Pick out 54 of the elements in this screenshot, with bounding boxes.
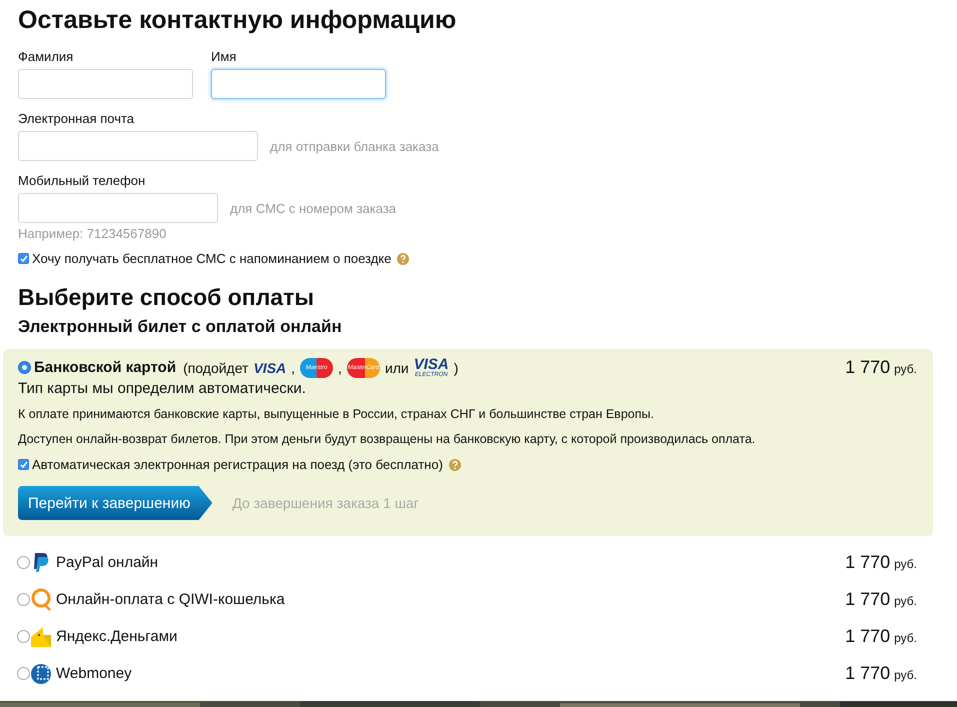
info-text: К оплате принимаются банковские карты, выпущенные в России, странах СНГ и большинстве стран Европы. xyxy=(18,407,655,421)
currency: руб. xyxy=(894,362,917,376)
input-field[interactable] xyxy=(211,69,386,99)
price: 1 770 xyxy=(845,663,890,684)
input-field[interactable] xyxy=(18,193,218,223)
field-label: Имя xyxy=(211,49,238,64)
currency: руб. xyxy=(894,631,917,645)
checkbox[interactable] xyxy=(18,253,29,264)
card-note-text: , xyxy=(291,360,296,376)
radio-button[interactable] xyxy=(17,556,30,569)
radio-button[interactable] xyxy=(17,593,30,606)
card-note-text: ) xyxy=(454,360,458,376)
input-field[interactable] xyxy=(18,69,193,99)
field-label: Фамилия xyxy=(18,49,74,64)
help-icon[interactable] xyxy=(448,458,461,470)
payment-method-label: Онлайн-оплата с QIWI-кошелька xyxy=(56,591,285,608)
price: 1 770 xyxy=(845,626,890,647)
card-note-text: или xyxy=(384,360,409,376)
card-note-text: (подойдет xyxy=(183,360,248,376)
payment-method-label: PayPal онлайн xyxy=(56,554,158,571)
price: 1 770 xyxy=(845,589,890,610)
payment-method-label: Webmoney xyxy=(56,665,132,682)
visa-logo: VISA xyxy=(253,360,286,376)
continue-button[interactable]: Перейти к завершению xyxy=(18,486,212,520)
radio-button[interactable] xyxy=(17,667,30,680)
help-icon[interactable] xyxy=(397,252,410,264)
currency: руб. xyxy=(894,594,917,608)
payment-method-label: Яндекс.Деньгами xyxy=(56,628,178,645)
field-hint: для СМС с номером заказа xyxy=(230,200,396,216)
field-example: Например: 71234567890 xyxy=(18,226,168,241)
section-title: Выберите способ оплаты xyxy=(18,284,316,311)
price: 1 770 xyxy=(845,552,890,573)
section-title: Оставьте контактную информацию xyxy=(18,6,458,35)
radio-button[interactable] xyxy=(18,361,31,374)
card-note-text: , xyxy=(338,360,342,376)
payment-method-label: Банковской картой xyxy=(34,359,176,376)
checkbox[interactable] xyxy=(18,459,29,470)
field-label: Мобильный телефон xyxy=(18,173,146,188)
currency: руб. xyxy=(894,668,917,682)
currency: руб. xyxy=(894,557,917,571)
price: 1 770 xyxy=(845,357,890,378)
step-note: До завершения заказа 1 шаг xyxy=(232,495,419,511)
wallet-icon xyxy=(30,624,52,648)
globe-icon xyxy=(30,662,52,686)
checkbox-label: Хочу получать бесплатное СМС с напоминанием о поездке xyxy=(32,251,392,266)
radio-button[interactable] xyxy=(17,630,30,643)
field-hint: для отправки бланка заказа xyxy=(270,138,439,154)
card-type-text: Тип карты мы определим автоматически. xyxy=(18,380,307,397)
input-field[interactable] xyxy=(18,131,258,161)
field-label: Электронная почта xyxy=(18,111,136,126)
section-subtitle: Электронный билет с оплатой онлайн xyxy=(18,317,343,337)
checkbox-label: Автоматическая электронная регистрация на поезд (это бесплатно) xyxy=(32,457,443,472)
qiwi-icon xyxy=(30,588,52,612)
info-text: Доступен онлайн-возврат билетов. При этом деньги будут возвращены на банковскую карту, с которой производилась оплата. xyxy=(18,432,756,446)
